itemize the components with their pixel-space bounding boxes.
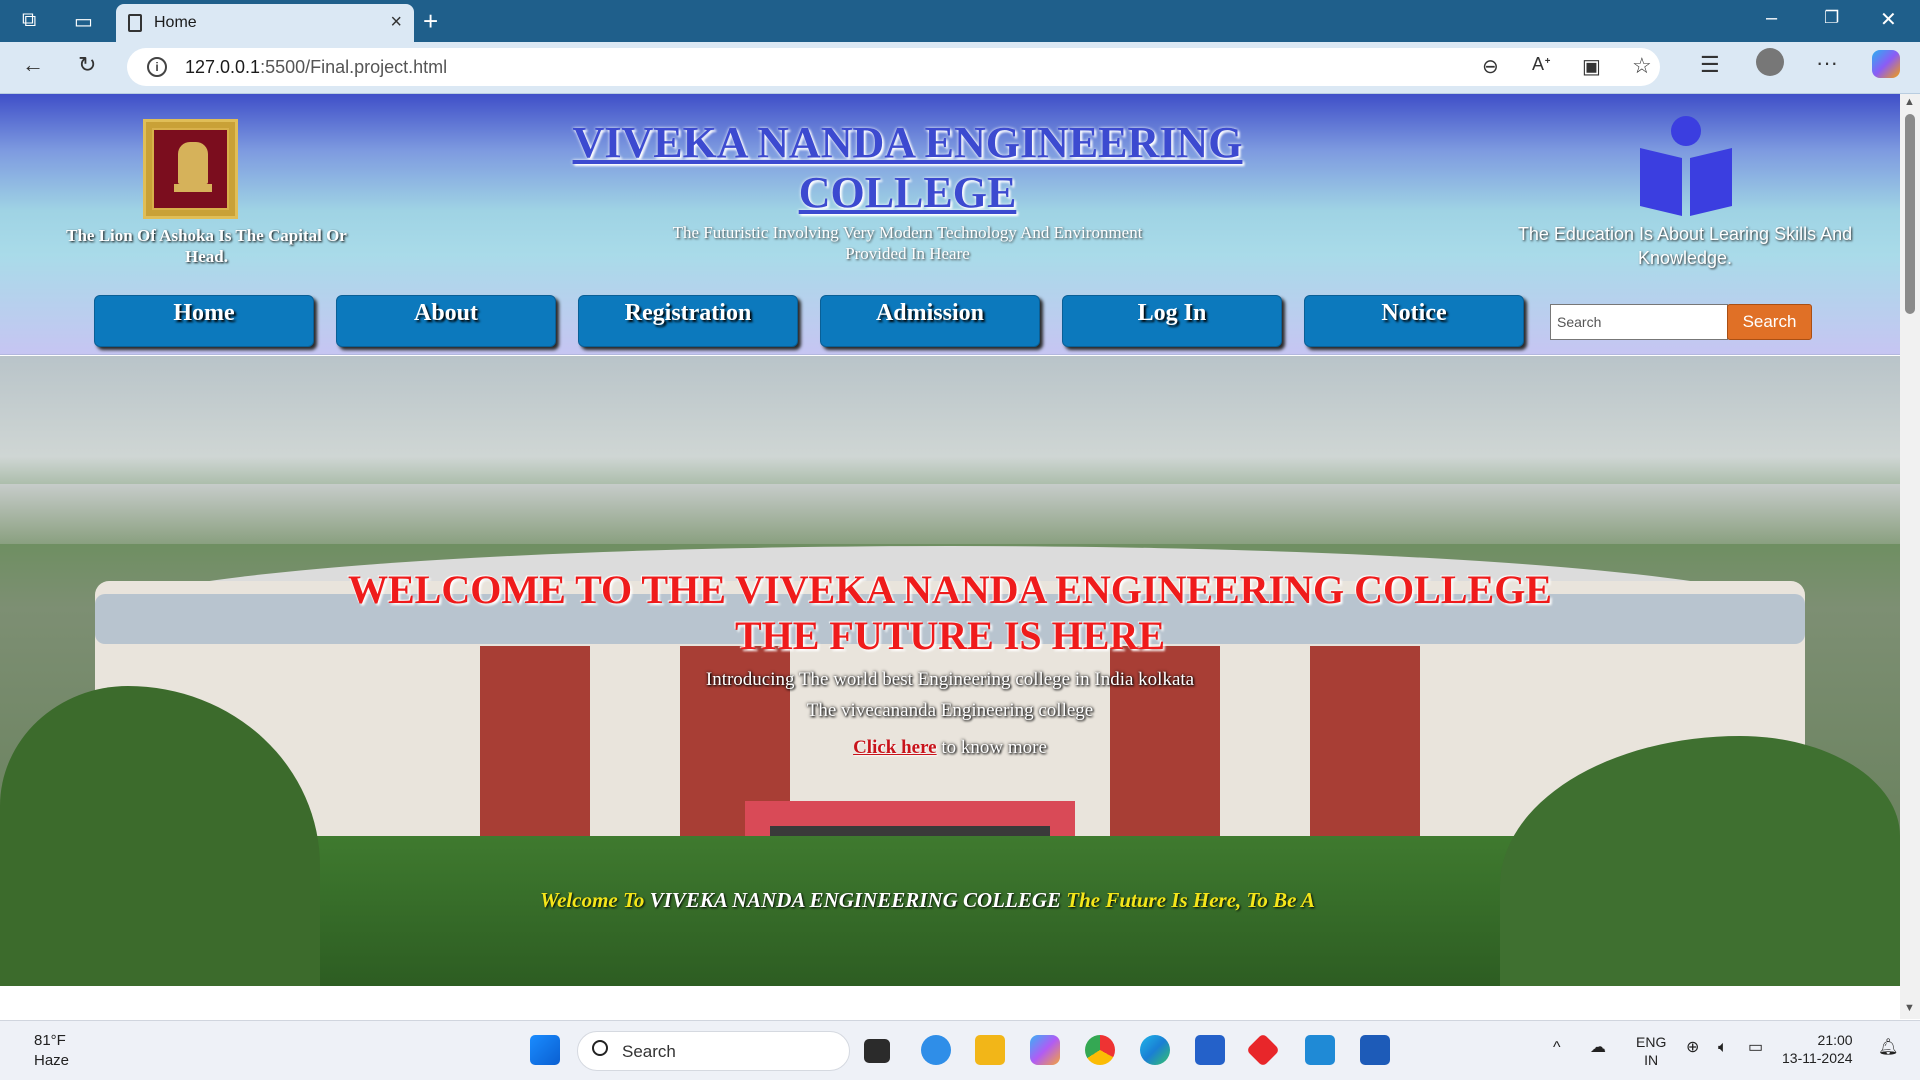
git-app-icon[interactable] (1246, 1033, 1280, 1067)
nav-login-button[interactable]: Log In (1062, 295, 1282, 347)
notification-bell-icon[interactable]: 🔔︎ (1878, 1039, 1898, 1057)
hero-cta: Click here to know more (300, 737, 1600, 759)
vscode-icon[interactable] (1305, 1035, 1335, 1065)
profile-avatar-icon[interactable] (1756, 48, 1784, 76)
temperature: 81°F (34, 1032, 66, 1049)
refresh-icon[interactable]: ↻ (78, 52, 96, 78)
browser-tab-bar: ⧉ ▭ Home × + – ❐ ✕ (0, 0, 1920, 42)
close-tab-icon[interactable]: × (390, 11, 402, 34)
zoom-out-icon[interactable]: ⊖ (1482, 54, 1499, 79)
volume-icon[interactable]: 🔈︎ (1718, 1039, 1728, 1057)
file-explorer-icon[interactable] (975, 1035, 1005, 1065)
weather-condition: Haze (34, 1052, 70, 1069)
read-aloud-icon[interactable]: Aᐩ (1532, 54, 1551, 75)
onedrive-icon[interactable]: ☁ (1590, 1039, 1606, 1057)
close-window-icon[interactable]: ✕ (1880, 7, 1897, 32)
scroll-down-icon[interactable]: ▼ (1904, 1002, 1915, 1014)
ashoka-emblem-logo (143, 119, 238, 219)
battery-icon[interactable]: ▭ (1748, 1039, 1763, 1057)
hero-title-welcome: WELCOME TO THE VIVEKA NANDA ENGINEERING … (348, 567, 1552, 612)
windows-taskbar: 81°F Haze Search ^ ☁ ENG IN ⊕ 🔈︎ ▭ 21:00 … (0, 1020, 1920, 1080)
search-icon (592, 1040, 608, 1056)
scroll-up-icon[interactable]: ▲ (1904, 96, 1915, 108)
click-here-link[interactable]: Click here (853, 737, 937, 758)
hero-title-future: THE FUTURE IS HERE (734, 613, 1166, 658)
address-bar-row: ← ↻ i 127.0.0.1:5500/Final.project.html … (0, 42, 1920, 94)
book-reader-logo-icon (1640, 116, 1732, 216)
copilot-icon[interactable] (1872, 50, 1900, 78)
nav-home-button[interactable]: Home (94, 295, 314, 347)
new-tab-icon[interactable]: + (423, 6, 438, 37)
hero-banner: WELCOME TO THE VIVEKA NANDA ENGINEERING … (0, 356, 1900, 986)
copilot-app-icon[interactable] (1030, 1035, 1060, 1065)
url-text: 127.0.0.1:5500/Final.project.html (185, 57, 448, 77)
site-search-button[interactable]: Search (1727, 304, 1812, 340)
hero-college-name: The vivecananda Engineering college (806, 700, 1094, 721)
immersive-reader-icon[interactable]: ▣ (1582, 54, 1601, 79)
page-scrollbar[interactable]: ▲ ▼ (1900, 94, 1920, 1019)
chrome-icon[interactable] (1085, 1035, 1115, 1065)
nav-about-button[interactable]: About (336, 295, 556, 347)
nav-notice-button[interactable]: Notice (1304, 295, 1524, 347)
site-search-input[interactable] (1550, 304, 1728, 340)
language-indicator[interactable]: ENG IN (1636, 1033, 1666, 1069)
restore-icon[interactable]: ❐ (1824, 8, 1839, 28)
page-viewport: The Lion Of Ashoka Is The Capital Or Hea… (0, 94, 1900, 1019)
scrollbar-thumb[interactable] (1905, 114, 1915, 314)
back-icon[interactable]: ← (22, 52, 44, 78)
click-here-suffix: to know more (936, 737, 1047, 758)
tray-chevron-icon[interactable]: ^ (1553, 1039, 1561, 1057)
taskbar-search[interactable]: Search (577, 1031, 850, 1071)
page-icon (128, 14, 142, 32)
hero-background-city (0, 484, 1900, 544)
edge-icon[interactable] (1140, 1035, 1170, 1065)
task-view-icon[interactable] (864, 1039, 890, 1063)
tab-actions-icon[interactable]: ▭ (74, 9, 93, 34)
nav-admission-button[interactable]: Admission (820, 295, 1040, 347)
site-info-icon[interactable]: i (147, 57, 167, 77)
favorites-icon[interactable]: ☰ (1700, 52, 1720, 78)
hero-intro-text: Introducing The world best Engineering c… (705, 669, 1195, 690)
college-subtitle: The Futuristic Involving Very Modern Tec… (672, 223, 1143, 263)
weather-widget[interactable]: 81°F Haze (34, 1031, 69, 1071)
emblem-caption: The Lion Of Ashoka Is The Capital Or Hea… (66, 226, 347, 266)
site-header: The Lion Of Ashoka Is The Capital Or Hea… (0, 94, 1900, 355)
store-icon[interactable] (1195, 1035, 1225, 1065)
windows-start-icon[interactable] (530, 1035, 560, 1065)
nav-registration-button[interactable]: Registration (578, 295, 798, 347)
workspaces-icon[interactable]: ⧉ (22, 9, 36, 32)
more-menu-icon[interactable]: ··· (1816, 50, 1838, 76)
help-app-icon[interactable] (921, 1035, 951, 1065)
college-title: VIVEKA NANDA ENGINEERING COLLEGE (572, 118, 1243, 217)
word-icon[interactable] (1360, 1035, 1390, 1065)
welcome-marquee: Welcome To VIVEKA NANDA ENGINEERING COLL… (540, 888, 1315, 912)
tab-home[interactable]: Home × (116, 4, 414, 42)
url-field[interactable]: i 127.0.0.1:5500/Final.project.html ⊖ Aᐩ… (127, 48, 1660, 86)
minimize-icon[interactable]: – (1766, 7, 1777, 30)
tab-title: Home (154, 14, 197, 31)
network-icon[interactable]: ⊕ (1686, 1039, 1699, 1057)
taskbar-search-label: Search (622, 1042, 676, 1061)
clock[interactable]: 21:00 13-11-2024 (1782, 1031, 1853, 1067)
education-caption: The Education Is About Learing Skills An… (1517, 224, 1853, 268)
favorite-star-icon[interactable]: ☆ (1632, 53, 1652, 79)
